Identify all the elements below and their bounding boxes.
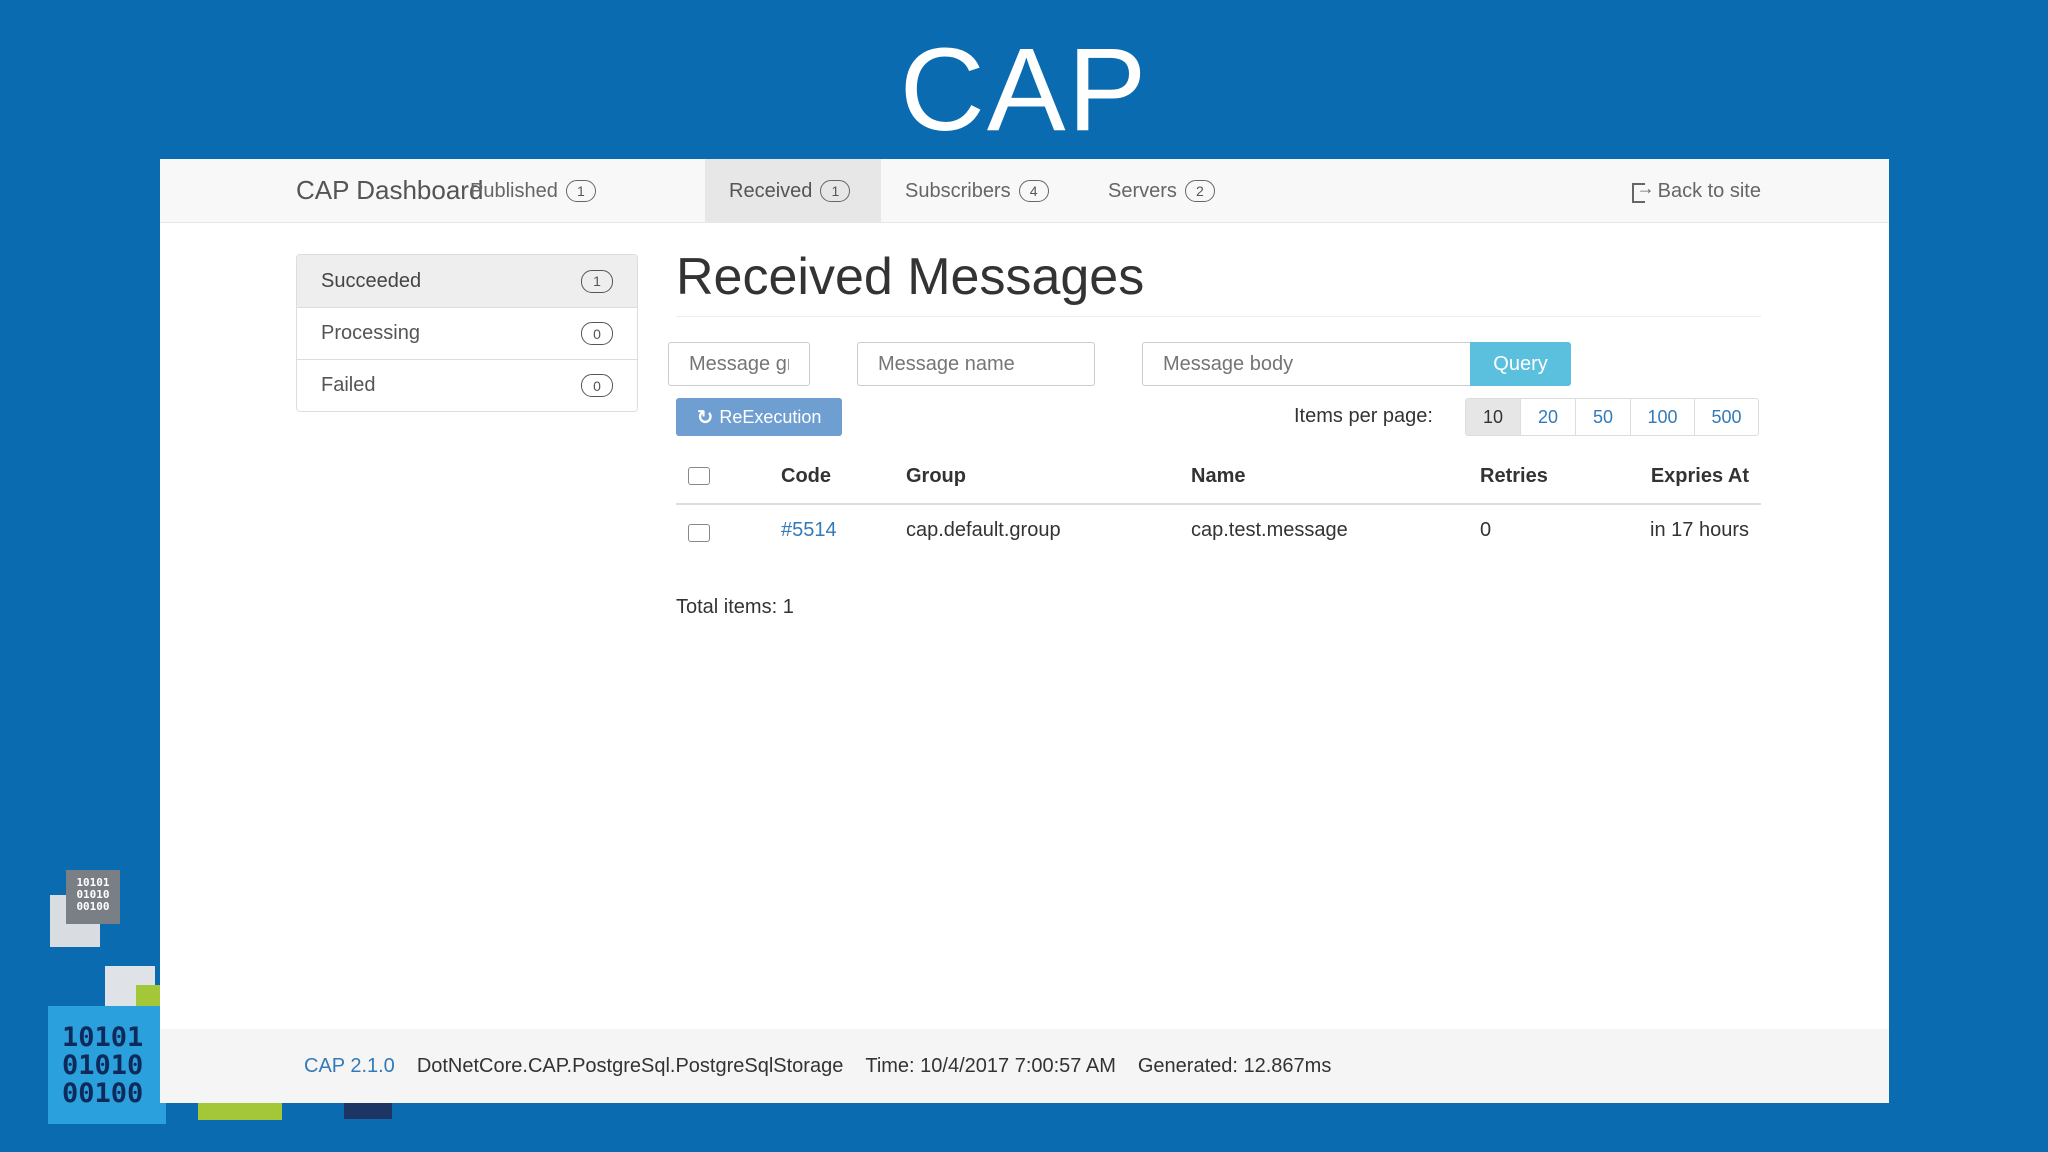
server-time: Time: 10/4/2017 7:00:57 AM (865, 1054, 1116, 1077)
name-cell: cap.test.message (1191, 518, 1348, 541)
decor-binary-tile: 10101 01010 00100 (66, 870, 120, 924)
row-select-cell (688, 505, 710, 555)
nav-servers[interactable]: Servers 2 (1084, 159, 1239, 223)
nav-label: Subscribers (905, 179, 1011, 202)
sidebar-item-label: Failed (321, 374, 376, 396)
column-header: Name (1191, 464, 1246, 487)
total-items: Total items: 1 (676, 596, 794, 618)
slide-title: CAP (899, 24, 1149, 156)
sidebar-item-failed[interactable]: Failed 0 (297, 359, 637, 411)
page-size-500[interactable]: 500 (1694, 399, 1758, 435)
reexecute-button[interactable]: ↻ ReExecution (676, 398, 842, 436)
sidebar-item-label: Succeeded (321, 269, 422, 292)
nav-label: Received (729, 179, 813, 202)
nav-label: Servers (1108, 179, 1177, 202)
count-badge: 1 (820, 180, 851, 202)
back-label: Back to site (1657, 179, 1761, 202)
divider (676, 316, 1761, 317)
dashboard-window: CAP Dashboard Published 1 Received 1 Sub… (160, 159, 1889, 1103)
sidebar-item-label: Processing (321, 322, 420, 344)
navbar: CAP Dashboard Published 1 Received 1 Sub… (160, 159, 1889, 223)
retries-cell: 0 (1480, 518, 1492, 541)
version-link[interactable]: CAP 2.1.0 (304, 1055, 395, 1078)
page-size-10[interactable]: 10 (1466, 399, 1520, 435)
count-badge: 1 (565, 180, 596, 202)
nav-published[interactable]: Published 1 (446, 159, 620, 223)
status-sidebar: Succeeded 1 Processing 0 Failed 0 (296, 254, 638, 412)
refresh-icon: ↻ (696, 406, 714, 429)
nav-received[interactable]: Received 1 (705, 159, 881, 223)
nav-subscribers[interactable]: Subscribers 4 (881, 159, 1073, 223)
page-size-20[interactable]: 20 (1520, 399, 1575, 435)
page-size-selector: 10 20 50 100 500 (1465, 398, 1759, 436)
nav-label: Published (470, 179, 558, 202)
decor-tile (198, 1100, 282, 1120)
message-name-input[interactable] (857, 342, 1095, 386)
message-group-input[interactable] (668, 342, 810, 386)
column-header: Expries At (1650, 464, 1749, 487)
count-badge: 0 (581, 374, 613, 397)
query-button[interactable]: Query (1470, 342, 1571, 386)
page-title: Received Messages (676, 248, 1145, 306)
message-code-link[interactable]: #5514 (781, 505, 837, 555)
storage-info: DotNetCore.CAP.PostgreSql.PostgreSqlStor… (416, 1054, 844, 1077)
count-badge: 2 (1184, 180, 1215, 202)
count-badge: 0 (581, 322, 613, 345)
column-header: Code (781, 464, 831, 487)
select-all-cell (688, 449, 710, 503)
reexecute-label: ReExecution (719, 406, 822, 427)
back-to-site-link[interactable]: Back to site (1631, 159, 1761, 223)
group-cell: cap.default.group (906, 518, 1061, 541)
column-header: Retries (1480, 464, 1548, 487)
select-all-checkbox[interactable] (688, 467, 710, 485)
expires-cell: in 17 hours (1650, 518, 1749, 541)
page-size-50[interactable]: 50 (1575, 399, 1630, 435)
generation-time: Generated: 12.867ms (1137, 1054, 1332, 1077)
row-checkbox[interactable] (688, 524, 710, 542)
decor-binary-tile: 10101 01010 00100 (48, 1006, 166, 1124)
count-badge: 1 (581, 269, 613, 293)
messages-table: Code Group Name Retries Expries At #5514… (676, 449, 1761, 555)
footer: CAP 2.1.0 DotNetCore.CAP.PostgreSql.Post… (160, 1029, 1889, 1103)
sidebar-item-succeeded[interactable]: Succeeded 1 (297, 255, 637, 307)
table-header-row: Code Group Name Retries Expries At (676, 449, 1761, 505)
items-per-page-label: Items per page: (1294, 405, 1433, 427)
page-size-100[interactable]: 100 (1630, 399, 1694, 435)
count-badge: 4 (1018, 180, 1049, 202)
message-body-input[interactable] (1142, 342, 1471, 386)
column-header: Group (906, 464, 966, 487)
sign-out-icon (1631, 178, 1655, 203)
table-row: #5514 cap.default.group cap.test.message… (676, 505, 1761, 555)
sidebar-item-processing[interactable]: Processing 0 (297, 307, 637, 359)
